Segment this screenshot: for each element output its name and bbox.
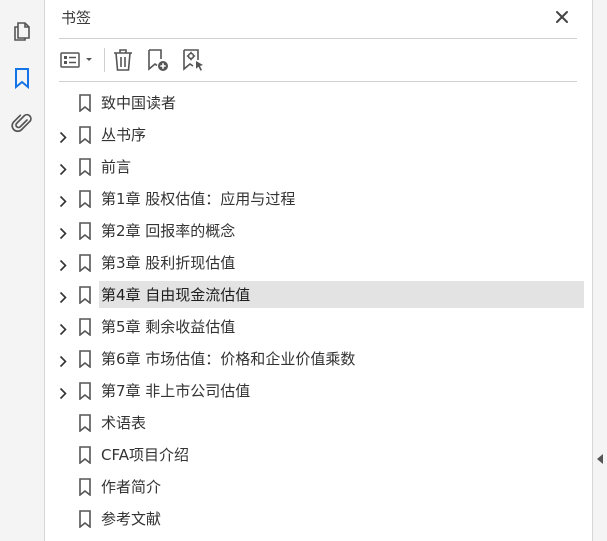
bookmark-label: 术语表 bbox=[101, 414, 147, 432]
chevron-right-icon[interactable] bbox=[59, 385, 67, 400]
attachment-icon[interactable] bbox=[10, 111, 34, 135]
bookmark-label: 第5章 剩余收益估值 bbox=[101, 318, 236, 336]
bookmark-item[interactable]: 前言 bbox=[45, 153, 592, 181]
bookmark-label: CFA项目介绍 bbox=[101, 446, 189, 464]
bookmark-item[interactable]: 第2章 回报率的概念 bbox=[45, 217, 592, 245]
bookmark-label: 前言 bbox=[101, 158, 132, 176]
left-nav-rail bbox=[0, 0, 45, 541]
bookmark-icon bbox=[79, 222, 91, 241]
new-bookmark-icon[interactable] bbox=[145, 47, 171, 73]
chevron-right-icon[interactable] bbox=[59, 257, 67, 272]
bookmark-from-selection-icon[interactable] bbox=[180, 47, 206, 73]
bookmark-icon bbox=[79, 510, 91, 529]
bookmark-item[interactable]: 作者简介 bbox=[45, 473, 592, 501]
bookmark-icon bbox=[79, 254, 91, 273]
bookmark-item[interactable]: 丛书序 bbox=[45, 121, 592, 149]
bookmark-label: 作者简介 bbox=[101, 478, 162, 496]
bookmark-icon bbox=[79, 446, 91, 465]
bookmark-label: 第2章 回报率的概念 bbox=[101, 222, 236, 240]
toolbar-separator bbox=[104, 48, 105, 72]
bookmark-label: 第1章 股权估值：应用与过程 bbox=[101, 190, 296, 208]
bookmark-item[interactable]: 第3章 股利折现估值 bbox=[45, 249, 592, 277]
bookmark-item[interactable]: 致中国读者 bbox=[45, 89, 592, 117]
chevron-right-icon[interactable] bbox=[59, 321, 67, 336]
bookmark-icon bbox=[79, 190, 91, 209]
bookmark-label: 致中国读者 bbox=[101, 94, 177, 112]
bookmark-item[interactable]: 参考文献 bbox=[45, 505, 592, 533]
bookmark-icon[interactable] bbox=[10, 66, 34, 90]
bookmarks-panel: 书签 致中国读者 丛书序 前言 第1章 股权估值：应用与过程 第2章 回报率的概… bbox=[45, 0, 592, 541]
bookmark-icon bbox=[79, 126, 91, 145]
bookmark-icon bbox=[79, 286, 91, 305]
chevron-right-icon[interactable] bbox=[59, 129, 67, 144]
bookmark-icon bbox=[79, 94, 91, 113]
title-divider bbox=[59, 38, 577, 39]
bookmark-label: 参考文献 bbox=[101, 510, 162, 528]
bookmark-item[interactable]: 第5章 剩余收益估值 bbox=[45, 313, 592, 341]
bookmark-icon bbox=[79, 350, 91, 369]
bookmark-icon bbox=[79, 158, 91, 177]
bookmark-item[interactable]: 第4章 自由现金流估值 bbox=[45, 281, 592, 309]
bookmark-item[interactable]: CFA项目介绍 bbox=[45, 441, 592, 469]
bookmark-item[interactable]: 第6章 市场估值：价格和企业价值乘数 bbox=[45, 345, 592, 373]
chevron-right-icon[interactable] bbox=[59, 161, 67, 176]
toolbar-divider bbox=[59, 81, 577, 82]
panel-title: 书签 bbox=[61, 9, 92, 27]
bookmark-icon bbox=[79, 478, 91, 497]
bookmark-icon bbox=[79, 414, 91, 433]
bookmark-item[interactable]: 第7章 非上市公司估值 bbox=[45, 377, 592, 405]
bookmark-label: 第6章 市场估值：价格和企业价值乘数 bbox=[101, 350, 356, 368]
chevron-right-icon[interactable] bbox=[59, 353, 67, 368]
bookmark-item[interactable]: 术语表 bbox=[45, 409, 592, 437]
bookmark-label: 丛书序 bbox=[101, 126, 147, 144]
chevron-right-icon[interactable] bbox=[59, 193, 67, 208]
chevron-right-icon[interactable] bbox=[59, 289, 67, 304]
bookmark-icon bbox=[79, 318, 91, 337]
bookmark-label: 第3章 股利折现估值 bbox=[101, 254, 236, 272]
collapse-arrow-icon[interactable] bbox=[597, 449, 603, 464]
close-icon[interactable] bbox=[554, 9, 570, 25]
chevron-right-icon[interactable] bbox=[59, 225, 67, 240]
right-collapse-rail bbox=[592, 0, 607, 541]
bookmark-label: 第4章 自由现金流估值 bbox=[101, 286, 251, 304]
bookmark-icon bbox=[79, 382, 91, 401]
options-menu-icon[interactable] bbox=[59, 47, 97, 73]
bookmark-item[interactable]: 第1章 股权估值：应用与过程 bbox=[45, 185, 592, 213]
bookmark-label: 第7章 非上市公司估值 bbox=[101, 382, 251, 400]
pages-icon[interactable] bbox=[10, 19, 34, 43]
delete-bookmark-icon[interactable] bbox=[111, 47, 135, 73]
